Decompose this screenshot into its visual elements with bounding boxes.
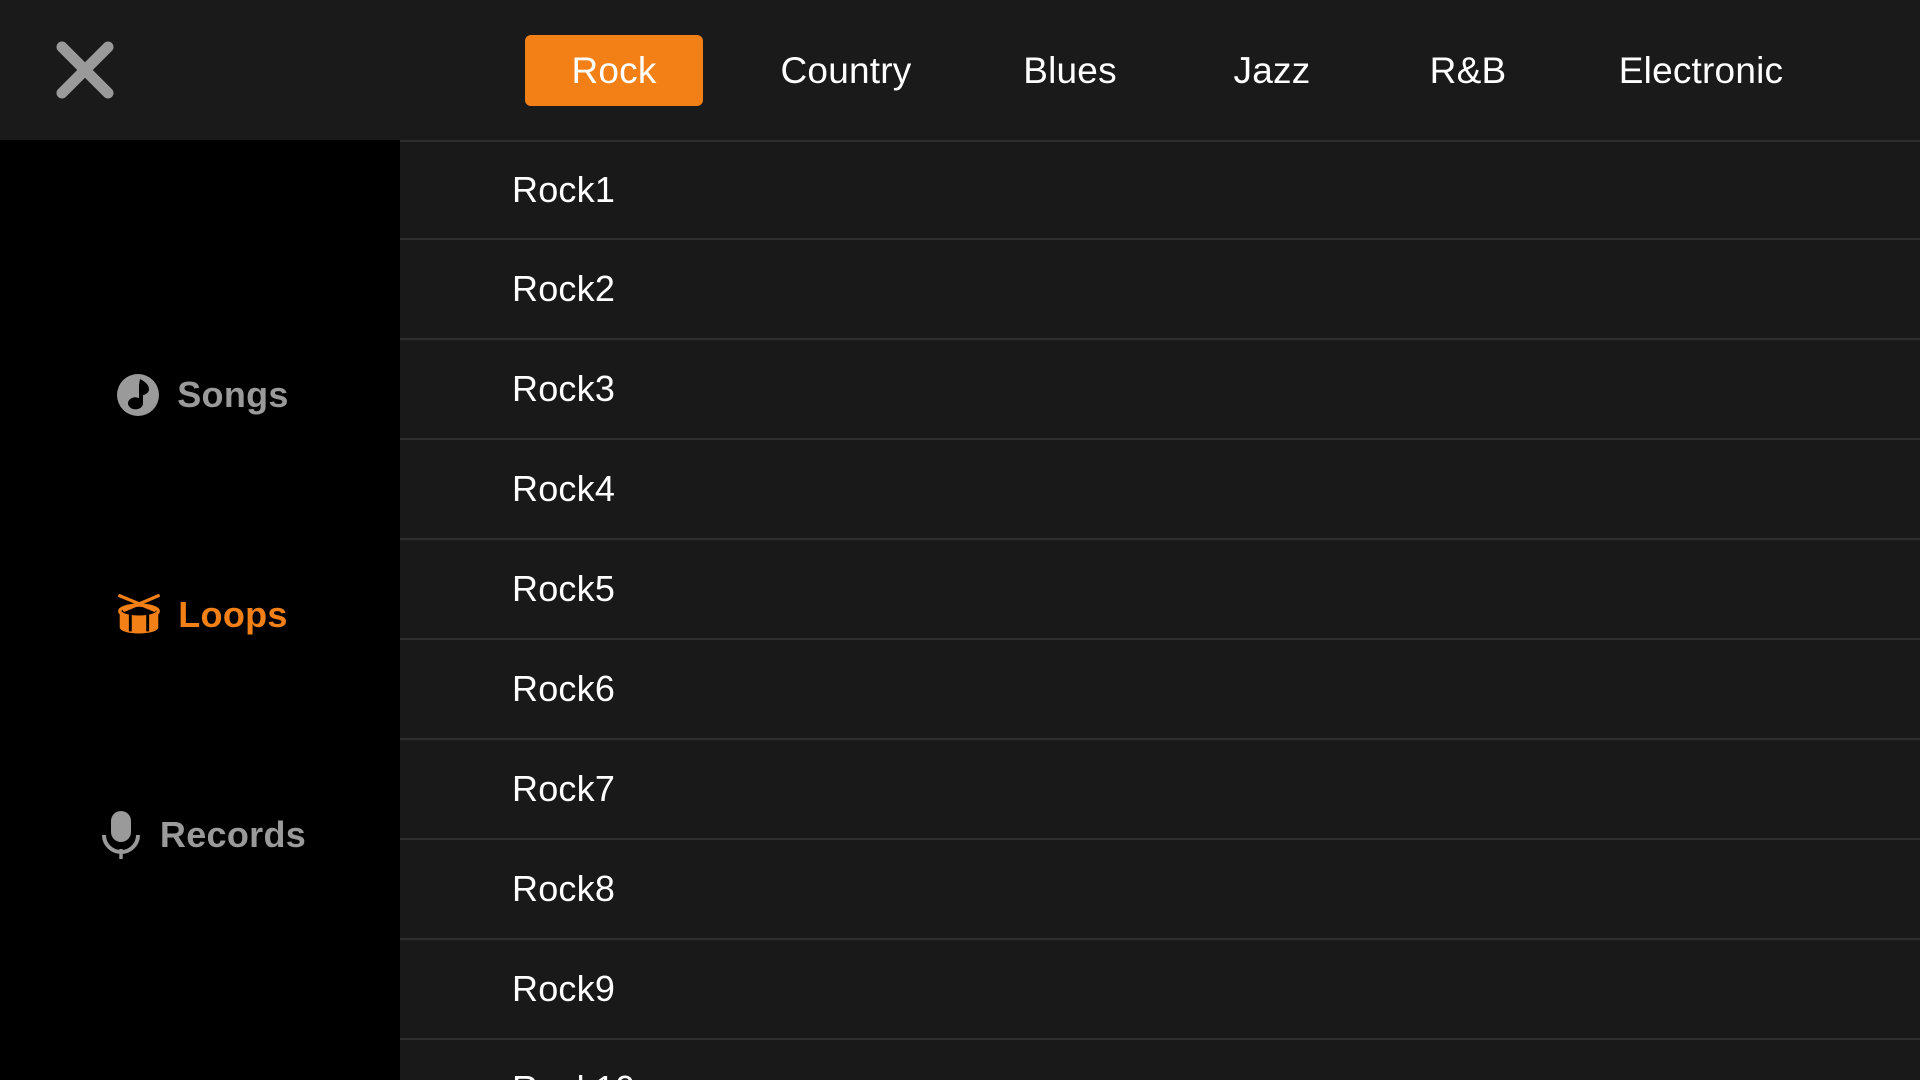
genre-tab-blues[interactable]: Blues: [999, 35, 1141, 106]
loop-list-row[interactable]: Rock1: [400, 140, 1920, 240]
loop-name: Rock5: [512, 571, 615, 607]
loop-list-row[interactable]: Rock2: [400, 240, 1920, 340]
loop-list-panel[interactable]: Rock1 Rock2 Rock3 Rock4 Rock5 Rock6 Rock7 Rock8…: [400, 140, 1920, 1080]
loop-name: Rock7: [512, 771, 615, 807]
loop-list-row[interactable]: Rock6: [400, 640, 1920, 740]
sidebar-item-label: Records: [160, 817, 306, 853]
genre-tab-electronic[interactable]: Electronic: [1593, 35, 1809, 106]
header-bar: Rock Country Blues Jazz R&B Electronic: [0, 0, 1920, 140]
genre-tab-jazz[interactable]: Jazz: [1217, 35, 1327, 106]
genre-tab-r-b[interactable]: R&B: [1405, 35, 1531, 106]
loop-list-row[interactable]: Rock3: [400, 340, 1920, 440]
loop-browser-window: Rock Country Blues Jazz R&B Electronic Songs L…: [0, 0, 1920, 1080]
loop-list-row[interactable]: Rock5: [400, 540, 1920, 640]
genre-tab-rock[interactable]: Rock: [525, 35, 703, 106]
loop-list-row[interactable]: Rock9: [400, 940, 1920, 1040]
loop-name: Rock8: [512, 871, 615, 907]
loop-name: Rock4: [512, 471, 615, 507]
loop-list-row[interactable]: Rock8: [400, 840, 1920, 940]
loop-list-row[interactable]: Rock4: [400, 440, 1920, 540]
sidebar-item-loops[interactable]: Loops: [0, 570, 400, 660]
sidebar: Songs Loops Records: [0, 140, 400, 1080]
loop-list-row[interactable]: Rock7: [400, 740, 1920, 840]
loop-name: Rock9: [512, 971, 615, 1007]
genre-tab-country[interactable]: Country: [755, 35, 937, 106]
loop-list-row[interactable]: Rock10: [400, 1040, 1920, 1080]
loop-name: Rock1: [512, 172, 615, 208]
close-button[interactable]: [45, 30, 125, 110]
drum-icon: [112, 588, 166, 642]
sidebar-item-songs[interactable]: Songs: [0, 350, 400, 440]
genre-tab-bar: Rock Country Blues Jazz R&B Electronic: [525, 0, 1809, 140]
close-x-icon: [50, 35, 120, 105]
loop-name: Rock10: [512, 1071, 635, 1080]
sidebar-item-label: Songs: [177, 377, 289, 413]
loop-name: Rock3: [512, 371, 615, 407]
sidebar-item-label: Loops: [178, 597, 287, 633]
music-note-circle-icon: [111, 368, 165, 422]
sidebar-item-records[interactable]: Records: [0, 790, 400, 880]
microphone-icon: [94, 808, 148, 862]
loop-name: Rock6: [512, 671, 615, 707]
loop-name: Rock2: [512, 271, 615, 307]
